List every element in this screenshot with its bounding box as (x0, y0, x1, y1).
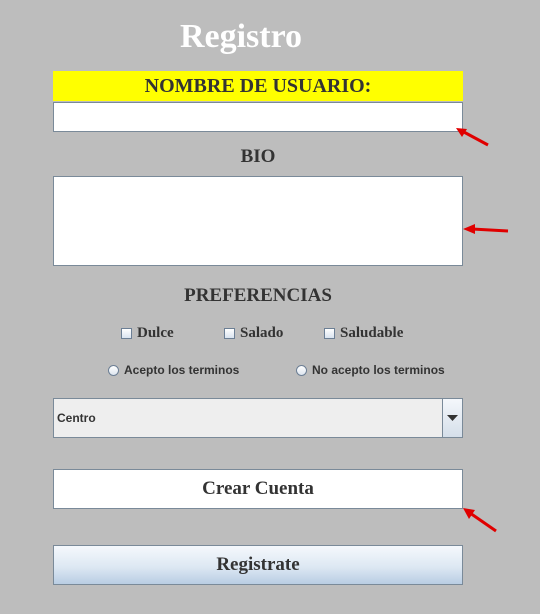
radio-label: No acepto los terminos (312, 363, 445, 377)
register-button[interactable]: Registrate (53, 545, 463, 585)
select-value: Centro (57, 411, 96, 425)
checkbox-box[interactable] (324, 328, 335, 339)
create-account-button[interactable]: Crear Cuenta (53, 469, 463, 509)
radio-circle[interactable] (108, 364, 119, 376)
annotation-arrow-icon (463, 224, 509, 234)
location-select[interactable]: Centro (53, 398, 463, 438)
dropdown-arrow-button[interactable] (442, 399, 462, 437)
checkbox-label: Salado (240, 325, 284, 341)
preferences-label: PREFERENCIAS (184, 285, 332, 306)
bio-textarea[interactable] (53, 176, 463, 266)
radio-decline-terms[interactable]: No acepto los terminos (296, 363, 445, 377)
checkbox-salado[interactable]: Salado (224, 325, 283, 342)
annotation-arrow-icon (456, 128, 489, 147)
checkbox-label: Dulce (137, 325, 174, 341)
radio-accept-terms[interactable]: Acepto los terminos (108, 363, 239, 377)
checkbox-dulce[interactable]: Dulce (121, 325, 174, 342)
chevron-down-icon (447, 414, 458, 421)
checkbox-label: Saludable (340, 325, 404, 341)
form-title: Registro (179, 18, 303, 55)
annotation-arrow-icon (463, 508, 497, 533)
username-label: NOMBRE DE USUARIO: (53, 71, 463, 101)
radio-circle[interactable] (296, 364, 307, 376)
checkbox-box[interactable] (224, 328, 235, 339)
checkbox-saludable[interactable]: Saludable (324, 325, 403, 342)
checkbox-box[interactable] (121, 328, 132, 339)
bio-label: BIO (240, 146, 276, 167)
radio-label: Acepto los terminos (124, 363, 240, 377)
username-input[interactable] (53, 102, 463, 132)
